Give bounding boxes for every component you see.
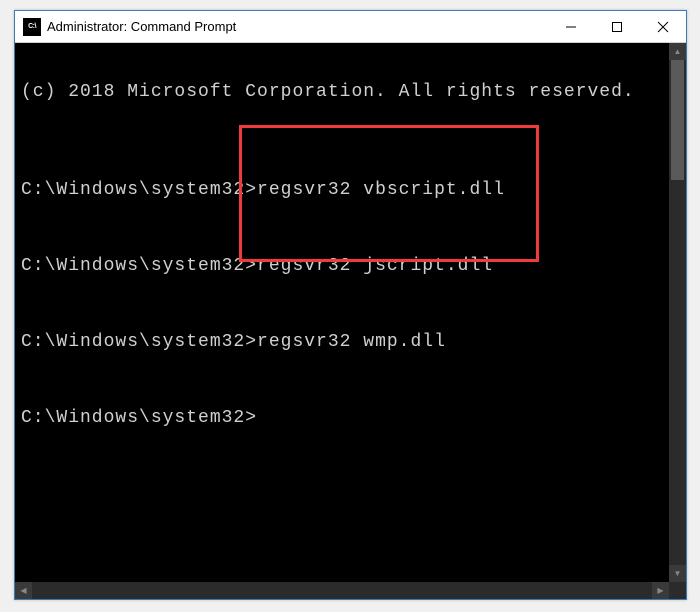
terminal-line: (c) 2018 Microsoft Corporation. All righ… bbox=[21, 83, 680, 101]
terminal-prompt: C:\Windows\system32> bbox=[21, 332, 257, 352]
minimize-button[interactable] bbox=[548, 11, 594, 42]
terminal-area[interactable]: (c) 2018 Microsoft Corporation. All righ… bbox=[15, 43, 686, 599]
terminal-prompt: C:\Windows\system32> bbox=[21, 256, 257, 276]
scroll-track-horizontal[interactable] bbox=[32, 582, 652, 599]
scroll-left-arrow-icon[interactable]: ◀ bbox=[15, 582, 32, 599]
maximize-button[interactable] bbox=[594, 11, 640, 42]
minimize-icon bbox=[565, 21, 577, 33]
scroll-down-arrow-icon[interactable]: ▼ bbox=[669, 565, 686, 582]
terminal-text: regsvr32 wmp.dll bbox=[257, 332, 446, 352]
scroll-right-arrow-icon[interactable]: ▶ bbox=[652, 582, 669, 599]
terminal-text: (c) 2018 Microsoft Corporation. All righ… bbox=[21, 82, 635, 102]
maximize-icon bbox=[611, 21, 623, 33]
terminal-line: C:\Windows\system32>regsvr32 jscript.dll bbox=[21, 257, 680, 275]
vertical-scrollbar[interactable]: ▲ ▼ bbox=[669, 43, 686, 582]
terminal-line: C:\Windows\system32>regsvr32 wmp.dll bbox=[21, 333, 680, 351]
titlebar[interactable]: C:\ Administrator: Command Prompt bbox=[15, 11, 686, 43]
command-prompt-window: C:\ Administrator: Command Prompt (c) 20… bbox=[14, 10, 687, 600]
terminal-prompt: C:\Windows\system32> bbox=[21, 408, 257, 428]
window-title: Administrator: Command Prompt bbox=[47, 19, 548, 34]
window-controls bbox=[548, 11, 686, 42]
close-icon bbox=[657, 21, 669, 33]
terminal-content: (c) 2018 Microsoft Corporation. All righ… bbox=[15, 43, 686, 467]
scroll-corner bbox=[669, 582, 686, 599]
terminal-line: C:\Windows\system32>regsvr32 vbscript.dl… bbox=[21, 181, 680, 199]
scroll-track-vertical[interactable] bbox=[669, 60, 686, 565]
horizontal-scrollbar[interactable]: ◀ ▶ bbox=[15, 582, 669, 599]
terminal-prompt: C:\Windows\system32> bbox=[21, 180, 257, 200]
app-icon: C:\ bbox=[23, 18, 41, 36]
scroll-up-arrow-icon[interactable]: ▲ bbox=[669, 43, 686, 60]
scroll-thumb-vertical[interactable] bbox=[671, 60, 684, 180]
terminal-text: regsvr32 jscript.dll bbox=[257, 256, 493, 276]
terminal-line: C:\Windows\system32> bbox=[21, 409, 680, 427]
terminal-text: regsvr32 vbscript.dll bbox=[257, 180, 505, 200]
close-button[interactable] bbox=[640, 11, 686, 42]
